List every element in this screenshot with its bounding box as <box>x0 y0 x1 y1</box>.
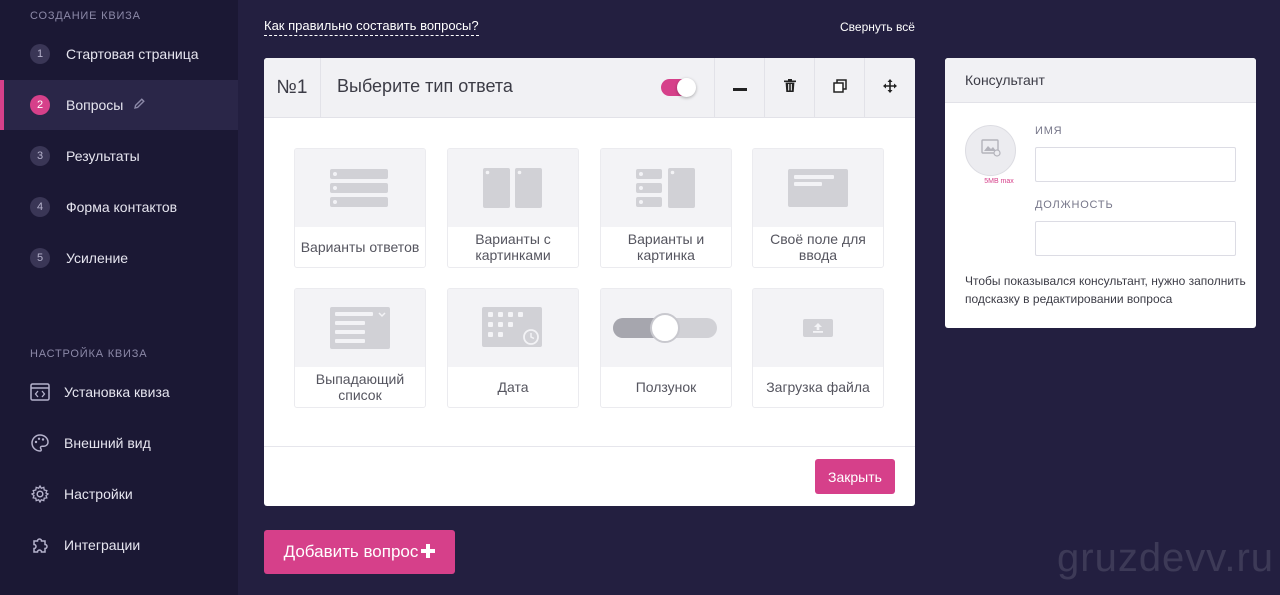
sidebar-item-results[interactable]: 3 Результаты <box>0 131 238 181</box>
question-title: Выберите тип ответа <box>337 76 513 96</box>
watermark: gruzdevv.ru <box>1057 536 1275 580</box>
question-number: №1 <box>264 58 321 118</box>
move-arrows-icon <box>882 78 897 98</box>
answer-type-options[interactable]: Варианты ответов <box>294 148 426 268</box>
close-button[interactable]: Закрыть <box>815 459 895 494</box>
name-input[interactable] <box>1035 147 1236 182</box>
avatar-upload[interactable] <box>965 125 1016 176</box>
answer-type-label: Выпадающий список <box>315 371 405 403</box>
answer-type-image-cards[interactable]: Варианты с картинками <box>447 148 579 268</box>
list-and-image-icon <box>601 149 731 227</box>
gear-icon <box>30 484 50 504</box>
pencil-icon[interactable] <box>133 97 146 113</box>
step-number: 2 <box>30 95 50 115</box>
copy-icon <box>832 78 847 98</box>
question-toggle[interactable] <box>661 78 696 97</box>
list-options-icon <box>295 149 425 227</box>
answer-type-label: Загрузка файла <box>766 379 870 395</box>
step-number: 5 <box>30 248 50 268</box>
copy-button[interactable] <box>814 58 864 118</box>
sidebar-item-boost[interactable]: 5 Усиление <box>0 233 238 283</box>
answer-type-file-upload[interactable]: Загрузка файла <box>752 288 884 408</box>
name-label: Имя <box>1035 125 1063 137</box>
answer-type-label: Варианты с картинками <box>475 231 551 263</box>
step-number: 1 <box>30 44 50 64</box>
slider-icon <box>601 289 731 367</box>
sidebar-item-integrations[interactable]: Интеграции <box>0 520 238 570</box>
sidebar-item-label: Форма контактов <box>66 199 178 215</box>
answer-type-date[interactable]: Дата <box>447 288 579 408</box>
sidebar-section-settings: Настройка квиза <box>30 348 148 360</box>
sidebar-item-install[interactable]: Установка квиза <box>0 367 238 417</box>
puzzle-icon <box>30 535 50 555</box>
upload-icon <box>753 289 883 367</box>
consultant-title: Консультант <box>945 58 1256 103</box>
avatar-size-hint: 5MB max <box>984 178 1014 185</box>
sidebar-item-appearance[interactable]: Внешний вид <box>0 418 238 468</box>
minimize-button[interactable] <box>714 58 764 118</box>
calendar-icon <box>448 289 578 367</box>
answer-type-label: Своё поле для ввода <box>770 231 866 263</box>
sidebar-item-label: Внешний вид <box>64 435 151 451</box>
add-question-label: Добавить вопрос <box>283 542 419 561</box>
text-field-icon <box>753 149 883 227</box>
sidebar-item-label: Усиление <box>66 250 129 266</box>
code-window-icon <box>30 382 50 402</box>
sidebar: Создание квиза 1 Стартовая страница 2 Во… <box>0 0 238 595</box>
answer-type-text-field[interactable]: Своё поле для ввода <box>752 148 884 268</box>
step-number: 3 <box>30 146 50 166</box>
position-input[interactable] <box>1035 221 1236 256</box>
minus-icon <box>732 79 747 97</box>
move-button[interactable] <box>864 58 914 118</box>
sidebar-item-questions[interactable]: 2 Вопросы <box>0 80 238 130</box>
plus-icon <box>421 541 436 564</box>
sidebar-section-create: Создание квиза <box>30 10 141 22</box>
palette-icon <box>30 433 50 453</box>
delete-button[interactable] <box>764 58 814 118</box>
collapse-all-link[interactable]: Свернуть всё <box>840 20 915 34</box>
answer-type-options-and-image[interactable]: Варианты и картинка <box>600 148 732 268</box>
dropdown-icon <box>295 289 425 367</box>
image-upload-icon <box>980 139 1001 162</box>
sidebar-item-label: Настройки <box>64 486 133 502</box>
divider <box>264 446 915 447</box>
sidebar-item-label: Вопросы <box>66 97 124 113</box>
sidebar-item-start-page[interactable]: 1 Стартовая страница <box>0 29 238 79</box>
add-question-button[interactable]: Добавить вопрос <box>264 530 455 574</box>
answer-type-label: Варианты и картинка <box>627 231 705 263</box>
trash-icon <box>783 79 796 97</box>
answer-type-label: Ползунок <box>635 379 697 395</box>
consultant-panel: Консультант 5MB max Имя Должность Чтобы … <box>945 58 1256 328</box>
answer-type-label: Варианты ответов <box>300 239 420 255</box>
sidebar-item-label: Установка квиза <box>64 384 170 400</box>
answer-type-slider[interactable]: Ползунок <box>600 288 732 408</box>
question-card: №1 Выберите тип ответа Варианты ответов … <box>264 58 915 506</box>
image-cards-icon <box>448 149 578 227</box>
position-label: Должность <box>1035 199 1114 211</box>
sidebar-item-label: Результаты <box>66 148 140 164</box>
step-number: 4 <box>30 197 50 217</box>
sidebar-item-contact-form[interactable]: 4 Форма контактов <box>0 182 238 232</box>
help-link[interactable]: Как правильно составить вопросы? <box>264 18 479 36</box>
consultant-note: Чтобы показывался консультант, нужно зап… <box>965 274 1246 306</box>
sidebar-item-settings[interactable]: Настройки <box>0 469 238 519</box>
sidebar-item-label: Стартовая страница <box>66 46 199 62</box>
sidebar-item-label: Интеграции <box>64 537 141 553</box>
answer-type-dropdown[interactable]: Выпадающий список <box>294 288 426 408</box>
answer-type-label: Дата <box>497 379 529 395</box>
